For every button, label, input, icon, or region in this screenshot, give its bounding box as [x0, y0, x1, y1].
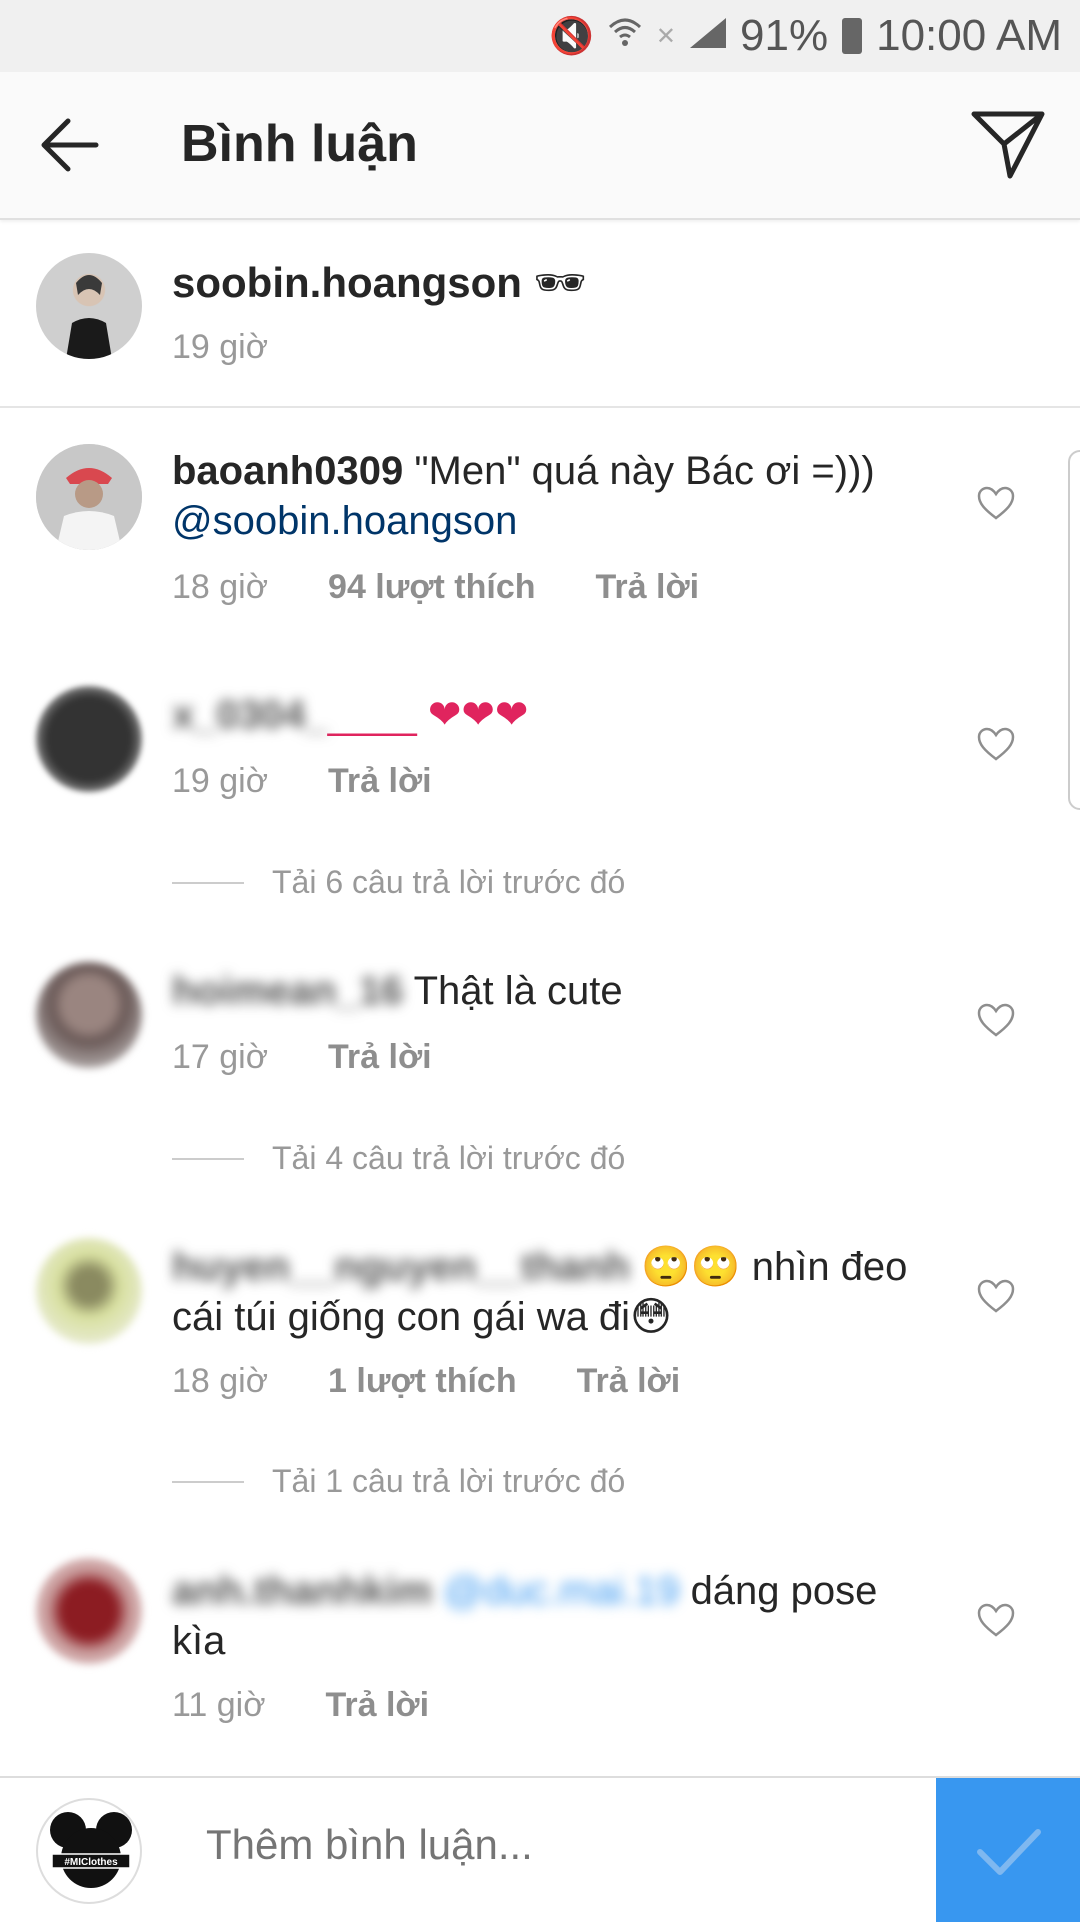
- comment-text: Thật là cute: [413, 969, 623, 1013]
- load-more-replies[interactable]: Tải 1 câu trả lời trước đó: [172, 1463, 625, 1500]
- comment-time: 19 giờ: [172, 762, 269, 800]
- likes-count[interactable]: 1 lượt thích: [328, 1362, 517, 1401]
- comment-username[interactable]: huyen__nguyen__thanh: [172, 1245, 630, 1289]
- reply-button[interactable]: Trả lời: [328, 1038, 432, 1077]
- divider: [172, 1157, 244, 1160]
- sunglasses-emoji: 🕶: [533, 259, 587, 306]
- load-more-label: Tải 4 câu trả lời trước đó: [272, 1140, 626, 1176]
- comment-text: ____ ❤❤❤: [327, 693, 529, 737]
- caption-meta: 19 giờ: [172, 328, 328, 367]
- like-heart-icon[interactable]: [976, 1278, 1016, 1314]
- comment-time: 17 giờ: [172, 1038, 269, 1076]
- like-heart-icon[interactable]: [976, 1602, 1016, 1638]
- load-more-label: Tải 6 câu trả lời trước đó: [272, 864, 626, 900]
- avatar[interactable]: [36, 1238, 142, 1344]
- mention-link[interactable]: @soobin.hoangson: [172, 499, 517, 543]
- comment-username[interactable]: anh.thanhkim: [172, 1569, 432, 1613]
- page-title: Bình luận: [181, 115, 418, 173]
- avatar[interactable]: [36, 444, 142, 550]
- vibrate-mute-icon: 🔇: [549, 15, 594, 56]
- avatar[interactable]: [36, 686, 142, 792]
- divider: [172, 881, 244, 884]
- mention-link[interactable]: @duc.mai.19: [443, 1569, 679, 1613]
- comment-username[interactable]: x_0304_: [172, 693, 328, 737]
- like-heart-icon[interactable]: [976, 485, 1016, 521]
- clock: 10:00 AM: [876, 11, 1062, 60]
- comment-text: "Men" quá này Bác ơi =))): [414, 449, 875, 493]
- load-more-replies[interactable]: Tải 4 câu trả lời trước đó: [172, 1140, 625, 1177]
- battery-icon: [842, 18, 863, 54]
- load-more-label: Tải 1 câu trả lời trước đó: [272, 1463, 626, 1499]
- post-button[interactable]: [936, 1778, 1080, 1922]
- avatar[interactable]: [36, 253, 142, 359]
- user-avatar: #MIClothes: [36, 1798, 142, 1904]
- checkmark-icon: [977, 1829, 1041, 1875]
- comment-composer: #MIClothes: [0, 1776, 1080, 1922]
- back-arrow-icon[interactable]: [40, 117, 100, 173]
- comment-time: 18 giờ: [172, 1362, 269, 1400]
- load-more-replies[interactable]: Tải 6 câu trả lời trước đó: [172, 864, 625, 901]
- comment-input[interactable]: [204, 1820, 908, 1870]
- comment-username[interactable]: hoimean_16: [172, 969, 403, 1013]
- reply-button[interactable]: Trả lời: [326, 1686, 430, 1725]
- no-sim-icon: ✕: [655, 22, 677, 50]
- status-bar: 🔇 ✕ 91% 10:00 AM: [0, 0, 1080, 72]
- svg-text:#MIClothes: #MIClothes: [64, 1857, 118, 1868]
- reply-button[interactable]: Trả lời: [577, 1362, 681, 1401]
- reply-button[interactable]: Trả lời: [596, 568, 700, 607]
- app-bar: Bình luận: [0, 72, 1080, 220]
- scrollbar[interactable]: [1068, 450, 1080, 810]
- like-heart-icon[interactable]: [976, 726, 1016, 762]
- likes-count[interactable]: 94 lượt thích: [328, 568, 536, 607]
- caption-username[interactable]: soobin.hoangson: [172, 259, 522, 306]
- comment-username[interactable]: baoanh0309: [172, 449, 403, 493]
- like-heart-icon[interactable]: [976, 1002, 1016, 1038]
- reply-button[interactable]: Trả lời: [328, 762, 432, 801]
- avatar[interactable]: [36, 962, 142, 1068]
- signal-icon: [690, 15, 727, 57]
- caption-time: 19 giờ: [172, 328, 269, 366]
- mickey-logo-icon: #MIClothes: [50, 1812, 132, 1888]
- divider: [172, 1480, 244, 1483]
- wifi-icon: [608, 15, 642, 58]
- comment-time: 18 giờ: [172, 568, 269, 606]
- direct-send-icon[interactable]: [970, 110, 1046, 180]
- avatar[interactable]: [36, 1558, 142, 1664]
- battery-percent: 91%: [740, 11, 829, 60]
- comment-time: 11 giờ: [172, 1686, 266, 1724]
- caption-section: soobin.hoangson 🕶 19 giờ: [0, 220, 1080, 408]
